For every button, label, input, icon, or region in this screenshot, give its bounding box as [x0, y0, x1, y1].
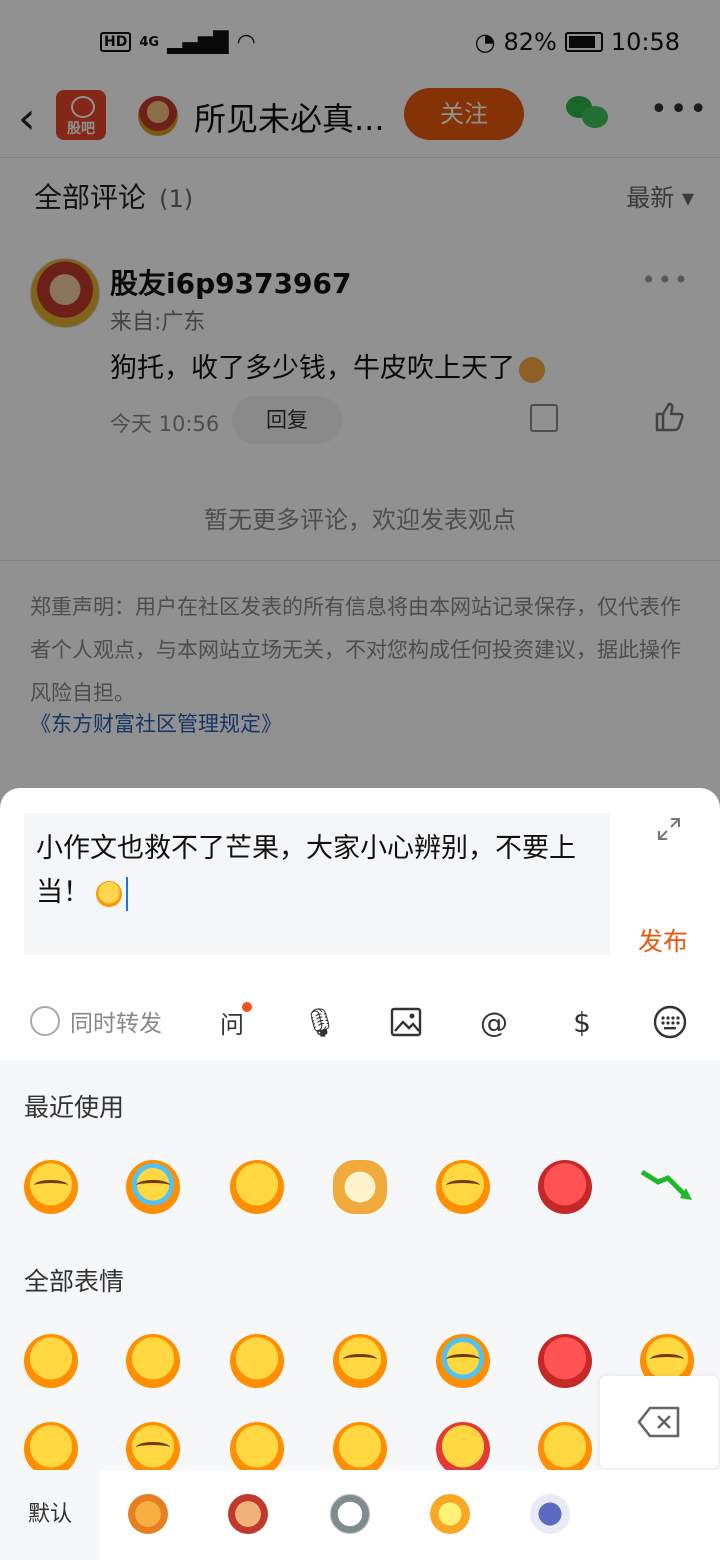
emoji-crying-icon-2[interactable]: [436, 1334, 490, 1388]
green-down-arrow-icon[interactable]: [640, 1166, 694, 1206]
emoji-smirk-sweat-icon[interactable]: [24, 1160, 78, 1214]
comment-input[interactable]: 小作文也救不了芒果，大家小心辨别，不要上当！: [24, 813, 610, 955]
emoji-grin-icon[interactable]: [333, 1422, 387, 1476]
sticker-cow-sketch-icon[interactable]: [330, 1494, 370, 1534]
voice-input-icon[interactable]: 🎙: [300, 1002, 340, 1042]
keyboard-icon[interactable]: [650, 1002, 690, 1042]
sticker-ox-ok-icon[interactable]: [128, 1494, 168, 1534]
backspace-icon: [637, 1406, 680, 1438]
sticker-robot-icon[interactable]: [530, 1494, 570, 1534]
radio-icon: [30, 1006, 60, 1036]
backspace-button[interactable]: [600, 1376, 718, 1468]
emoji-question-icon[interactable]: [436, 1160, 490, 1214]
emoji-smile-icon[interactable]: [24, 1334, 78, 1388]
text-caret: [126, 876, 128, 911]
repost-label: 同时转发: [70, 1011, 162, 1037]
ai-question-icon[interactable]: 问: [212, 1002, 252, 1042]
watermelon-emoji-icon: [96, 880, 122, 907]
comment-composer-sheet: 小作文也救不了芒果，大家小心辨别，不要上当！ 发布 同时转发 问 🎙 @ $ 最…: [0, 788, 720, 1560]
emoji-tab-bar: 默认: [0, 1470, 720, 1560]
emoji-laugh-icon[interactable]: [126, 1334, 180, 1388]
expand-icon[interactable]: [656, 816, 682, 842]
emoji-angry-icon[interactable]: [538, 1160, 592, 1214]
emoji-watermelon-icon[interactable]: [230, 1160, 284, 1214]
at-icon[interactable]: @: [474, 1002, 514, 1042]
emoji-thinking-icon[interactable]: [126, 1422, 180, 1476]
emoji-determined-icon[interactable]: [436, 1422, 490, 1476]
emoji-pleading-icon[interactable]: [230, 1422, 284, 1476]
sticker-ox-rich-icon[interactable]: [228, 1494, 268, 1534]
composer-toolbar: 同时转发 问 🎙 @ $: [0, 988, 720, 1048]
emoji-sleepy-icon[interactable]: [538, 1422, 592, 1476]
recent-emoji-label: 最近使用: [24, 1093, 125, 1122]
dollar-icon[interactable]: $: [562, 1002, 602, 1042]
emoji-crying-icon[interactable]: [126, 1160, 180, 1214]
emoji-shy-icon[interactable]: [230, 1334, 284, 1388]
publish-button[interactable]: 发布: [638, 922, 688, 958]
tab-default[interactable]: 默认: [0, 1470, 100, 1560]
all-emoji-label: 全部表情: [24, 1267, 125, 1296]
emoji-angry-icon-2[interactable]: [538, 1334, 592, 1388]
sticker-coin-eyes-icon[interactable]: [430, 1494, 470, 1534]
emoji-question-icon-2[interactable]: [333, 1334, 387, 1388]
notification-dot: [242, 1002, 252, 1012]
emoji-doge-icon[interactable]: [333, 1160, 387, 1214]
image-icon[interactable]: [386, 1002, 426, 1042]
emoji-wink-tongue-icon[interactable]: [24, 1422, 78, 1476]
repost-checkbox[interactable]: 同时转发: [30, 1004, 162, 1038]
